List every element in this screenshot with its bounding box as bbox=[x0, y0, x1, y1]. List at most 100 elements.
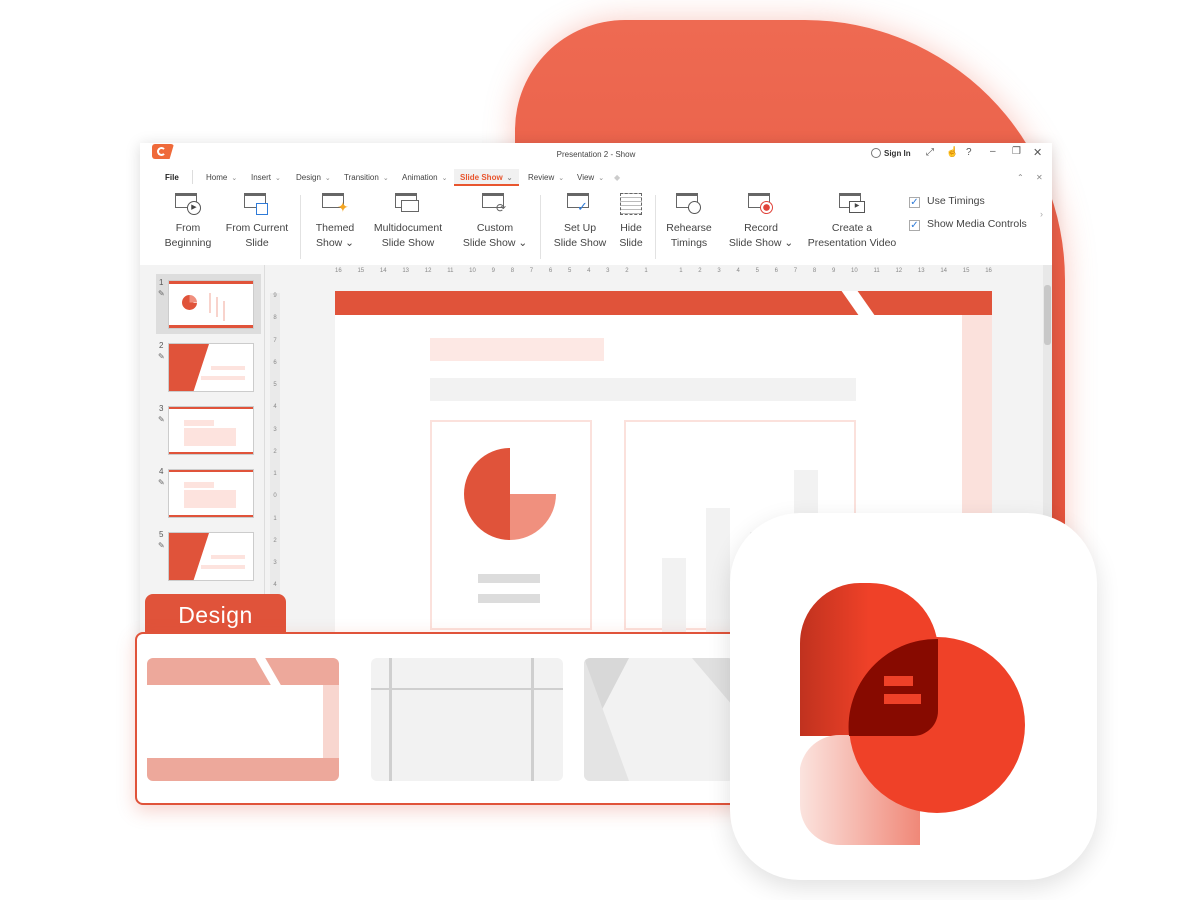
vertical-ruler: 9876543210123456 bbox=[270, 293, 280, 633]
use-timings-checkbox[interactable]: ✓ Use Timings bbox=[909, 195, 985, 208]
from-current-slide-button[interactable]: From Current Slide bbox=[222, 193, 292, 251]
ruler-tick-label: 13 bbox=[402, 268, 409, 274]
slide-thumbnail-3[interactable] bbox=[168, 406, 254, 455]
ruler-tick-label: 1 bbox=[273, 471, 277, 478]
set-up-slide-show-button[interactable]: ✓ Set Up Slide Show bbox=[550, 193, 610, 251]
ribbon-scroll-right-icon[interactable]: › bbox=[1040, 209, 1043, 219]
slide-thumbnail-1[interactable] bbox=[168, 280, 254, 329]
rehearse-timings-button[interactable]: Rehearse Timings bbox=[664, 193, 714, 251]
ruler-tick-label: 0 bbox=[273, 493, 277, 500]
ruler-tick-label: 3 bbox=[606, 268, 610, 274]
themed-show-button[interactable]: ✦ Themed Show ⌄ bbox=[310, 193, 360, 251]
ruler-tick-label: 11 bbox=[873, 268, 880, 274]
ruler-tick-label: 2 bbox=[273, 537, 277, 544]
ribbon-slide-show: ▶ From Beginning From Current Slide ✦ Themed… bbox=[140, 187, 1052, 267]
ruler-tick-label: 6 bbox=[273, 359, 277, 366]
ruler-tick-label: 13 bbox=[917, 268, 925, 274]
slide-thumbnail-4[interactable] bbox=[168, 469, 254, 518]
record-slide-show-button[interactable]: Record Slide Show ⌄ bbox=[728, 193, 794, 251]
themed-show-icon: ✦ bbox=[322, 193, 349, 215]
fullscreen-icon[interactable]: ⤢ bbox=[926, 147, 934, 158]
tab-home[interactable]: Home ⌄ bbox=[206, 169, 237, 186]
close-ribbon-icon[interactable]: ✕ bbox=[1036, 169, 1043, 186]
tab-file[interactable]: File bbox=[165, 169, 179, 186]
app-icon bbox=[730, 513, 1097, 880]
video-icon: ▶ bbox=[839, 193, 865, 215]
pie-card bbox=[430, 420, 592, 630]
ruler-tick-label: 1 bbox=[644, 268, 648, 274]
slide-thumbnails-panel: 1 ✎ 2 ✎ 3 ✎ 4 ✎ 5 ✎ bbox=[150, 265, 265, 643]
hide-slide-button[interactable]: Hide Slide bbox=[616, 193, 646, 251]
divider bbox=[300, 195, 301, 259]
placeholder-line bbox=[478, 574, 540, 583]
tab-animation[interactable]: Animation ⌄ bbox=[402, 169, 447, 186]
ruler-tick-label: 5 bbox=[273, 382, 277, 389]
custom-slide-show-button[interactable]: ⟳ Custom Slide Show ⌄ bbox=[462, 193, 528, 251]
play-current-slide-icon bbox=[244, 193, 270, 215]
ruler-tick-label: 12 bbox=[424, 268, 432, 274]
custom-show-icon: ⟳ bbox=[482, 193, 508, 215]
ruler-tick-label: 3 bbox=[273, 426, 277, 433]
title-bar: Presentation 2 - Show Sign In ⤢ ☝ ? – ❐ … bbox=[140, 143, 1052, 165]
set-up-icon: ✓ bbox=[567, 193, 593, 215]
minimize-button[interactable]: – bbox=[990, 146, 996, 157]
ruler-tick-label: 15 bbox=[357, 268, 365, 274]
show-media-controls-checkbox[interactable]: ✓ Show Media Controls bbox=[909, 218, 1027, 231]
slide-header-bar bbox=[335, 291, 992, 315]
design-panel-tab[interactable]: Design bbox=[145, 594, 286, 634]
placeholder-line bbox=[478, 594, 540, 603]
create-presentation-video-button[interactable]: ▶ Create a Presentation Video bbox=[804, 193, 900, 251]
ruler-tick-label: 15 bbox=[962, 268, 970, 274]
ruler-tick-label: 16 bbox=[335, 268, 342, 274]
touch-mode-icon[interactable]: ☝ bbox=[946, 147, 958, 158]
ruler-tick-label: 9 bbox=[273, 293, 277, 299]
pencil-icon: ✎ bbox=[158, 415, 165, 424]
clock-icon bbox=[676, 193, 702, 215]
tab-review[interactable]: Review ⌄ bbox=[528, 169, 564, 186]
tab-design[interactable]: Design ⌄ bbox=[296, 169, 331, 186]
tab-slide-show[interactable]: Slide Show ⌄ bbox=[454, 169, 519, 186]
pencil-icon: ✎ bbox=[158, 289, 165, 298]
design-templates-panel bbox=[135, 632, 760, 805]
ruler-tick-label: 7 bbox=[529, 268, 534, 274]
pie-chart-graphic bbox=[464, 448, 556, 540]
bar-graphic bbox=[706, 508, 730, 638]
restore-button[interactable]: ❐ bbox=[1012, 146, 1021, 157]
help-icon[interactable]: ? bbox=[966, 147, 972, 158]
pencil-icon: ✎ bbox=[158, 352, 165, 361]
ruler-tick-label: 8 bbox=[273, 315, 277, 322]
design-template-3[interactable] bbox=[584, 658, 734, 781]
ruler-tick-label: 5 bbox=[567, 268, 572, 274]
slide-thumbnail-5[interactable] bbox=[168, 532, 254, 581]
tab-view[interactable]: View ⌄ bbox=[577, 169, 604, 186]
divider bbox=[655, 195, 656, 259]
checkbox-checked-icon: ✓ bbox=[909, 220, 920, 231]
ruler-tick-label: 4 bbox=[736, 268, 740, 274]
ruler-tick-label: 5 bbox=[755, 268, 759, 274]
slide-thumbnail-2[interactable] bbox=[168, 343, 254, 392]
tab-insert[interactable]: Insert ⌄ bbox=[251, 169, 281, 186]
bar-graphic bbox=[662, 558, 686, 638]
design-template-2[interactable] bbox=[371, 658, 563, 781]
pencil-icon: ✎ bbox=[158, 541, 165, 550]
tab-transition[interactable]: Transition ⌄ bbox=[344, 169, 389, 186]
ruler-tick-label: 7 bbox=[793, 268, 798, 274]
collaborate-icon[interactable]: ◆ bbox=[614, 169, 620, 186]
ruler-tick-label: 9 bbox=[831, 268, 836, 274]
ruler-tick-label: 2 bbox=[625, 268, 629, 274]
ruler-tick-label: 2 bbox=[273, 448, 277, 455]
ruler-tick-label: 6 bbox=[774, 268, 779, 274]
ruler-tick-label: 4 bbox=[587, 268, 591, 274]
ruler-tick-label: 1 bbox=[273, 515, 277, 522]
ruler-tick-label: 11 bbox=[447, 268, 454, 274]
pencil-icon: ✎ bbox=[158, 478, 165, 487]
play-from-beginning-icon: ▶ bbox=[175, 193, 201, 215]
ruler-tick-label: 3 bbox=[273, 560, 277, 567]
multidocument-icon bbox=[395, 193, 421, 215]
design-template-1[interactable] bbox=[147, 658, 339, 781]
multidocument-slide-show-button[interactable]: Multidocument Slide Show bbox=[366, 193, 450, 251]
from-beginning-button[interactable]: ▶ From Beginning bbox=[160, 193, 216, 251]
close-button[interactable]: ✕ bbox=[1033, 146, 1042, 159]
collapse-ribbon-icon[interactable]: ⌃ bbox=[1017, 169, 1024, 186]
sign-in-button[interactable]: Sign In bbox=[871, 148, 911, 158]
